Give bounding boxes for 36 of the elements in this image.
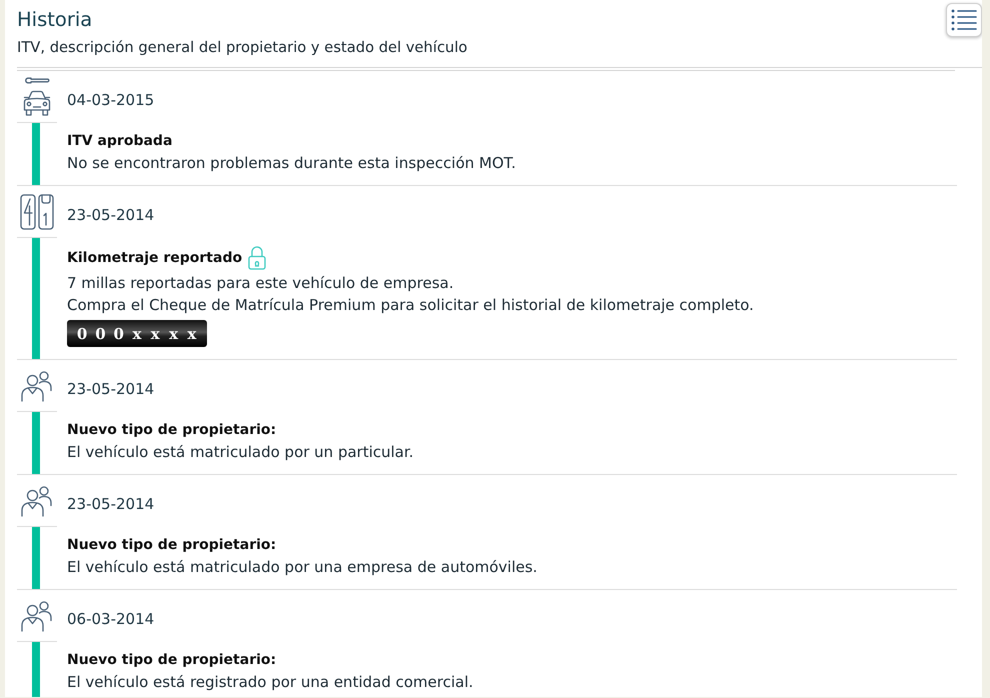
timeline-bar bbox=[32, 642, 40, 697]
event-description: No se encontraron problemas durante esta inspección MOT. bbox=[67, 153, 516, 174]
event-title: Nuevo tipo de propietario: bbox=[67, 536, 276, 555]
odometer-digit: x bbox=[150, 324, 161, 344]
people-icon bbox=[20, 370, 54, 402]
event-description: El vehículo está matriculado por un particular. bbox=[67, 442, 414, 463]
odometer-digit: x bbox=[168, 324, 180, 344]
odometer-digit: 0 bbox=[94, 324, 107, 344]
odometer-digit: 0 bbox=[76, 324, 88, 344]
event-title: ITV aprobada bbox=[67, 132, 172, 151]
odometer-icon bbox=[20, 194, 54, 230]
event-title: Kilometraje reportado bbox=[67, 249, 242, 268]
event-date: 04-03-2015 bbox=[67, 90, 154, 110]
event-title: Nuevo tipo de propietario: bbox=[67, 651, 276, 670]
event-description: El vehículo está registrado por una entidad comercial. bbox=[67, 672, 474, 693]
event-date: 06-03-2014 bbox=[67, 609, 154, 629]
event-description: El vehículo está matriculado por una empresa de automóviles. bbox=[67, 557, 538, 578]
car-wrench-icon bbox=[21, 76, 53, 116]
people-icon bbox=[20, 484, 54, 516]
timeline-bar bbox=[32, 412, 40, 474]
odometer-digit: x bbox=[186, 324, 198, 344]
odometer-digit: x bbox=[132, 324, 142, 344]
list-icon bbox=[951, 9, 977, 31]
event-title: Nuevo tipo de propietario: bbox=[67, 421, 276, 440]
event-date: 23-05-2014 bbox=[67, 205, 154, 225]
list-menu-button[interactable] bbox=[946, 3, 982, 37]
section-subtitle: ITV, descripción general del propietario y estado del vehículo bbox=[17, 38, 468, 58]
odometer-digit: 0 bbox=[112, 324, 125, 344]
people-icon bbox=[20, 600, 54, 632]
event-date: 23-05-2014 bbox=[67, 379, 154, 399]
event-date: 23-05-2014 bbox=[67, 494, 154, 514]
event-description: 7 millas reportadas para este vehículo de empresa. bbox=[67, 273, 455, 294]
event-description: Compra el Cheque de Matrícula Premium para solicitar el historial de kilometraje completo. bbox=[67, 295, 754, 316]
timeline-bar bbox=[32, 527, 40, 589]
timeline-bar bbox=[32, 123, 40, 185]
section-title: Historia bbox=[17, 8, 94, 32]
